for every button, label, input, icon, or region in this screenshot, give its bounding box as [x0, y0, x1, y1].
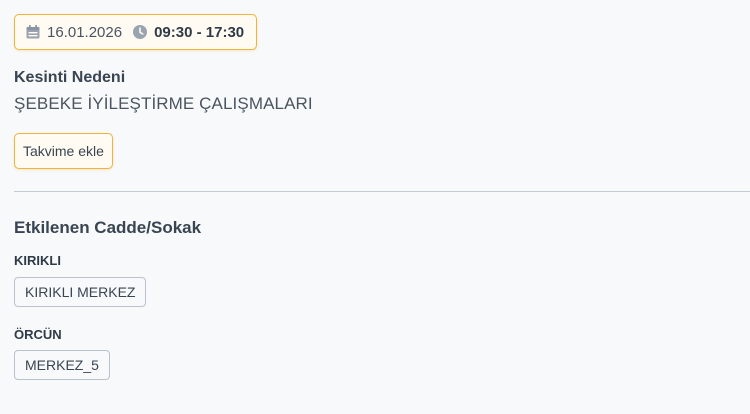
district-label: KIRIKLI — [14, 253, 61, 268]
outage-datetime-badge: 16.01.2026 09:30 - 17:30 — [14, 14, 258, 50]
calendar-icon — [25, 24, 41, 40]
affected-streets-heading: Etkilenen Cadde/Sokak — [14, 218, 202, 237]
reason-value: ŞEBEKE İYİLEŞTİRME ÇALIŞMALARI — [14, 94, 313, 113]
reason-heading: Kesinti Nedeni — [14, 69, 126, 86]
district-label: ÖRCÜN — [14, 327, 62, 342]
add-to-calendar-button[interactable]: Takvime ekle — [14, 133, 113, 169]
section-divider — [14, 191, 750, 192]
outage-date: 16.01.2026 — [47, 23, 123, 41]
outage-detail-panel: 16.01.2026 09:30 - 17:30 Kesinti Nedeni … — [0, 0, 750, 414]
street-chip: KIRIKLI MERKEZ — [14, 277, 147, 307]
outage-time-range: 09:30 - 17:30 — [154, 23, 245, 41]
clock-icon — [132, 24, 148, 40]
street-chip: MERKEZ_5 — [14, 350, 110, 380]
